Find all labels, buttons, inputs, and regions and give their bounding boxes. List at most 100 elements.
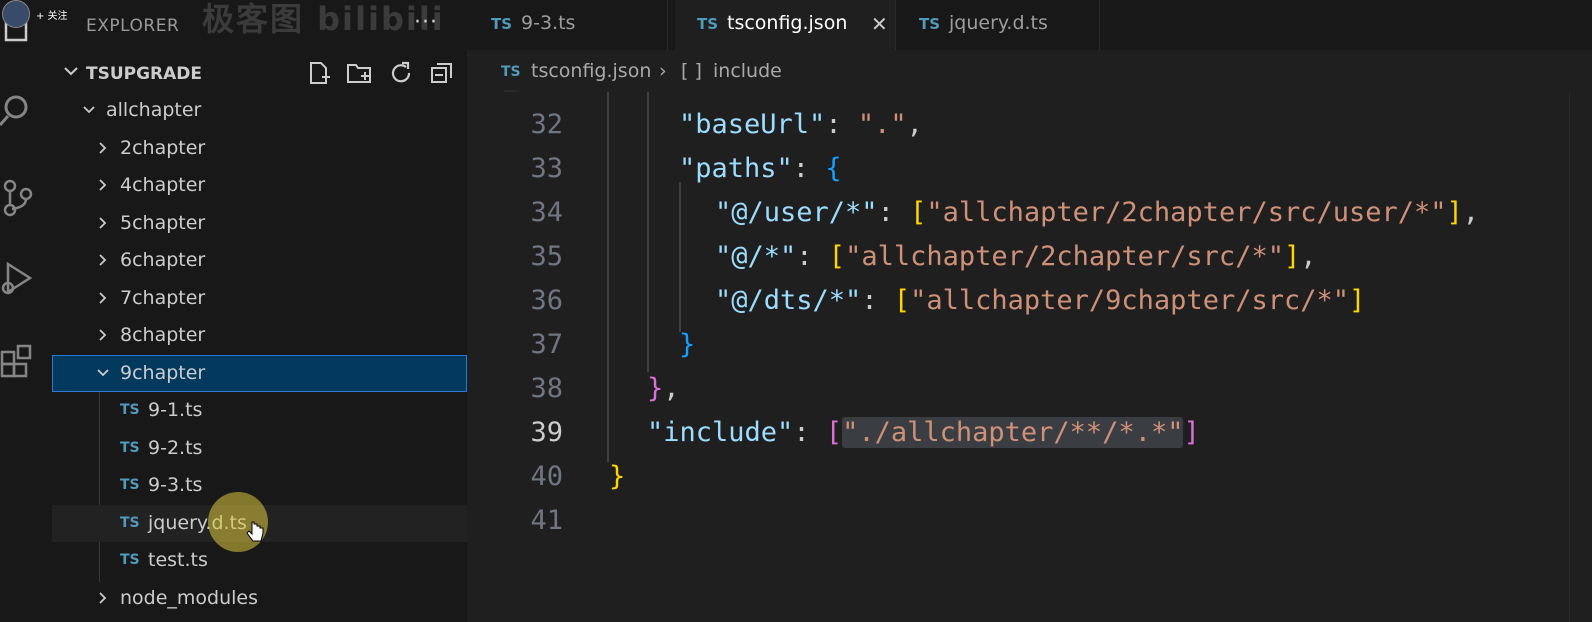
code-line: "baseUrl": ".", — [679, 109, 923, 140]
chevron-down-icon — [64, 67, 78, 76]
tree-folder[interactable]: 2chapter — [52, 130, 467, 167]
code-token: : — [861, 285, 894, 316]
code-token: ] — [1283, 241, 1301, 272]
tree-item-label: 4chapter — [120, 174, 206, 196]
explorer-sidebar: + 关注 极客图 bilibili EXPLORER ··· TSUPGRADE… — [2, 0, 519, 622]
chevron-right-icon — [99, 141, 107, 154]
code-token: , — [906, 109, 923, 140]
code-line: "paths": { — [679, 153, 842, 184]
tree-folder[interactable]: 9chapter — [52, 354, 467, 392]
ts-file-icon: TS — [120, 439, 140, 456]
tree-item-label: 9chapter — [120, 361, 206, 384]
code-token: [ — [828, 241, 846, 272]
code-token: "@/*" — [715, 241, 797, 272]
code-token: : — [792, 153, 826, 184]
more-actions-button[interactable]: ··· — [414, 10, 438, 35]
code-token: "include" — [647, 417, 794, 448]
code-token: } — [647, 373, 664, 404]
tab-label: tsconfig.json — [727, 12, 848, 34]
code-token: ] — [1349, 285, 1366, 316]
chevron-down-icon — [97, 368, 109, 376]
breadcrumb-file[interactable]: tsconfig.json — [531, 60, 651, 82]
tree-folder[interactable]: 8chapter — [52, 317, 467, 354]
uploader-badge[interactable]: + 关注 — [0, 0, 68, 28]
chevron-right-icon — [99, 179, 107, 191]
chevron-right-icon — [99, 291, 107, 304]
ts-file-icon: TS — [120, 552, 140, 568]
tree-file[interactable]: TS 9-2.ts — [52, 430, 467, 467]
explorer-title: EXPLORER — [86, 16, 180, 36]
tree-item-label: test.ts — [148, 549, 208, 571]
tree-item-label: 2chapter — [120, 136, 206, 159]
new-folder-icon[interactable] — [346, 60, 372, 86]
source-control-icon[interactable] — [0, 178, 36, 218]
chevron-right-icon — [99, 591, 107, 604]
collapse-all-icon[interactable] — [429, 60, 455, 86]
tab-9-3-ts[interactable]: TS 9-3.ts — [467, 0, 668, 50]
line-number: 33 — [530, 153, 563, 184]
hand-cursor-icon — [246, 521, 264, 542]
tree-file[interactable]: TS 9-1.ts — [52, 392, 467, 429]
code-token: [ — [910, 197, 927, 228]
code-token: : — [796, 241, 829, 272]
line-number: 35 — [530, 241, 563, 272]
code-line: } — [679, 329, 695, 360]
tab-bar: TS 9-3.ts TS tsconfig.json ✕ TS jquery.d… — [467, 0, 1592, 50]
tree-item-label: 9-3.ts — [148, 474, 203, 496]
ts-file-icon: TS — [120, 402, 140, 418]
tree-file[interactable]: TS test.ts — [52, 542, 467, 579]
tree-item-label: allchapter — [106, 99, 202, 121]
code-token: { — [825, 153, 842, 184]
code-token: "@/dts/*" — [715, 285, 862, 316]
tree-item-label: 9-2.ts — [148, 436, 203, 459]
tree-folder[interactable]: node_modules — [52, 580, 467, 617]
indent-guide — [607, 92, 609, 462]
line-number: 32 — [530, 109, 563, 140]
tree-item-label: 5chapter — [120, 211, 206, 234]
breadcrumb-symbol[interactable]: include — [713, 60, 782, 82]
code-token: "allchapter/9chapter/src/*" — [910, 285, 1349, 316]
chevron-down-icon — [83, 106, 95, 114]
tab-tsconfig-json[interactable]: TS tsconfig.json ✕ — [675, 0, 896, 50]
code-line: "include": ["./allchapter/**/*.*"] — [647, 417, 1200, 448]
tree-item-label: 6chapter — [120, 249, 206, 271]
new-file-icon[interactable] — [306, 60, 332, 86]
code-line: "@/*": ["allchapter/2chapter/src/*"], — [715, 241, 1317, 272]
code-token: "./allchapter/**/*.*" — [842, 417, 1184, 448]
tree-item-label: 7chapter — [120, 286, 206, 309]
tree-folder[interactable]: 4chapter — [52, 167, 467, 204]
tree-file[interactable]: TS 9-3.ts — [52, 467, 467, 504]
code-token: } — [609, 461, 626, 492]
breadcrumb-separator: › — [659, 60, 667, 82]
extensions-icon[interactable] — [0, 340, 36, 380]
ts-file-icon: TS — [919, 15, 941, 33]
code-editor[interactable]: 32 "baseUrl": ".", 33 "paths": { 34 "@/user/*… — [467, 92, 1592, 622]
tree-folder[interactable]: allchapter — [52, 92, 467, 129]
code-token: [ — [825, 417, 843, 448]
chevron-right-icon — [99, 254, 107, 266]
tree-folder[interactable]: 6chapter — [52, 242, 467, 279]
line-number: 38 — [530, 373, 563, 404]
tree-folder[interactable]: 7chapter — [52, 280, 467, 317]
line-number: 40 — [530, 461, 563, 492]
close-icon[interactable]: ✕ — [871, 12, 888, 36]
code-line: "@/user/*": ["allchapter/2chapter/src/us… — [715, 197, 1479, 228]
tree-folder[interactable]: 5chapter — [52, 205, 467, 242]
avatar — [2, 0, 30, 28]
refresh-icon[interactable] — [388, 60, 414, 86]
watermark-logo: 极客图 bilibili — [202, 0, 445, 38]
tab-jquery-d-ts[interactable]: TS jquery.d.ts — [897, 0, 1100, 50]
line-number: 34 — [530, 197, 563, 228]
follow-label[interactable]: + 关注 — [36, 7, 68, 22]
line-number: 39 — [530, 417, 563, 448]
code-token: , — [663, 373, 680, 404]
code-token: , — [1462, 197, 1480, 228]
code-line: "@/dts/*": ["allchapter/9chapter/src/*"] — [715, 285, 1365, 316]
project-header[interactable]: TSUPGRADE — [52, 58, 467, 90]
code-token: : — [825, 109, 858, 140]
run-debug-icon[interactable] — [0, 258, 36, 298]
search-icon[interactable] — [0, 90, 36, 130]
tab-label: 9-3.ts — [521, 12, 576, 34]
editor-scrollbar[interactable] — [1569, 92, 1592, 622]
code-token: : — [877, 197, 911, 228]
